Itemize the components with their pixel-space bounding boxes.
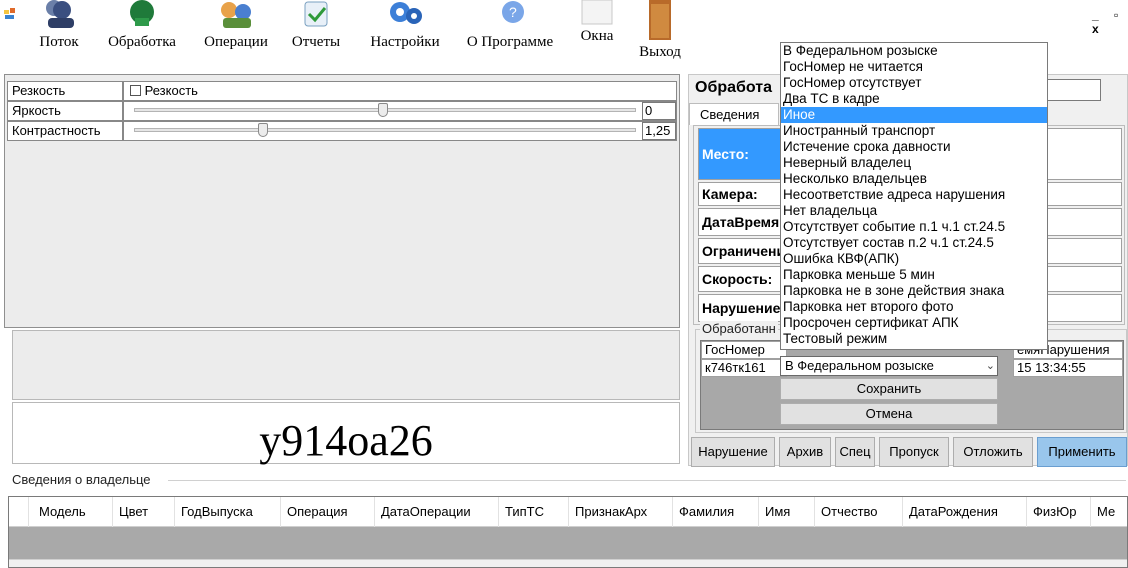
brightness-value-field[interactable]: 0 — [642, 102, 676, 120]
sharpness-checkbox[interactable] — [130, 85, 141, 96]
image-settings-panel: Резкость Резкость Яркость 0 Контрастност… — [4, 74, 680, 328]
owner-section-label: Сведения о владельце — [12, 472, 151, 487]
column-header[interactable]: ДатаОперации — [375, 497, 499, 527]
dropdown-option[interactable]: ГосНомер отсутствует — [781, 75, 1047, 91]
processed-cell-plate[interactable]: к746тк161 — [701, 359, 787, 377]
column-header[interactable]: ПризнакАрх — [569, 497, 673, 527]
contrast-value-field[interactable]: 1,25 — [642, 122, 676, 140]
special-button[interactable]: Спец — [835, 437, 875, 467]
dropdown-option[interactable]: Иностранный транспорт — [781, 123, 1047, 139]
dropdown-option[interactable]: ГосНомер не читается — [781, 59, 1047, 75]
owner-section-divider — [168, 480, 1126, 481]
processed-header-plate[interactable]: ГосНомер — [701, 341, 787, 359]
processed-group-label: Обработанн — [700, 321, 778, 336]
sharpness-row: Резкость Резкость — [7, 81, 677, 101]
operations-icon — [215, 0, 257, 28]
dropdown-option-highlighted[interactable]: Иное — [781, 107, 1047, 123]
save-button[interactable]: Сохранить — [780, 378, 998, 400]
archive-button[interactable]: Архив — [779, 437, 831, 467]
dropdown-option[interactable]: Ошибка КВФ(АПК) — [781, 251, 1047, 267]
processed-cell-time[interactable]: 15 13:34:55 — [1013, 359, 1123, 377]
svg-text:?: ? — [509, 4, 517, 20]
dropdown-option[interactable]: Несоответствие адреса нарушения — [781, 187, 1047, 203]
toolbar-processing[interactable]: Обработка — [100, 0, 184, 66]
brightness-row: Яркость 0 — [7, 101, 677, 121]
image-preview-area — [12, 330, 680, 400]
owner-table: Модель Цвет ГодВыпуска Операция ДатаОпер… — [8, 496, 1128, 568]
reason-combobox-value: В Федеральном розыске — [785, 358, 934, 373]
sharpness-checkbox-label: Резкость — [144, 83, 198, 98]
sharpness-label: Резкость — [8, 82, 124, 100]
toolbar-stream[interactable]: Поток — [32, 0, 86, 66]
dropdown-option[interactable]: Парковка меньше 5 мин — [781, 267, 1047, 283]
row-header-corner — [9, 497, 29, 527]
violation-label: Нарушение — [702, 300, 781, 316]
app-icon — [4, 8, 16, 20]
column-header[interactable]: ФизЮр — [1027, 497, 1091, 527]
horizontal-scrollbar[interactable] — [9, 559, 1127, 567]
skip-button[interactable]: Пропуск — [879, 437, 949, 467]
toolbar-windows[interactable]: Окна — [574, 0, 620, 66]
limit-label: Ограничени — [702, 243, 786, 259]
column-header[interactable]: ТипТС — [499, 497, 569, 527]
datetime-label: ДатаВремя: — [702, 214, 784, 230]
column-header[interactable]: Цвет — [113, 497, 175, 527]
postpone-button[interactable]: Отложить — [953, 437, 1033, 467]
reports-icon — [295, 0, 337, 28]
speed-label: Скорость: — [702, 271, 773, 287]
contrast-slider-thumb[interactable] — [258, 123, 268, 137]
dropdown-option[interactable]: Отсутствует событие п.1 ч.1 ст.24.5 — [781, 219, 1047, 235]
users-icon — [38, 0, 80, 28]
reason-combobox[interactable]: В Федеральном розыске ⌄ — [780, 356, 998, 376]
chevron-down-icon[interactable]: ⌄ — [986, 357, 995, 375]
dropdown-option[interactable]: Нет владельца — [781, 203, 1047, 219]
column-header[interactable]: ДатаРождения — [903, 497, 1027, 527]
processing-search-input[interactable] — [1047, 79, 1101, 101]
reason-dropdown-list: В Федеральном розыске ГосНомер не читает… — [780, 42, 1048, 350]
plate-display: у914оа26 — [12, 402, 680, 465]
toolbar-exit[interactable]: Выход — [632, 0, 688, 66]
place-label: Место: — [699, 129, 789, 179]
windows-icon — [576, 0, 618, 28]
dropdown-option[interactable]: Просрочен сертификат АПК — [781, 315, 1047, 331]
contrast-slider-track[interactable] — [134, 128, 636, 132]
column-header[interactable]: Имя — [759, 497, 815, 527]
exit-door-icon — [639, 0, 681, 40]
dropdown-option[interactable]: Несколько владельцев — [781, 171, 1047, 187]
apply-button[interactable]: Применить — [1037, 437, 1127, 467]
brightness-slider-thumb[interactable] — [378, 103, 388, 117]
tab-info[interactable]: Сведения — [689, 103, 779, 125]
window-controls[interactable]: _ ▫ x — [1092, 8, 1128, 36]
toolbar-settings[interactable]: Настройки — [362, 0, 448, 66]
toolbar-about[interactable]: ? О Программе — [456, 0, 564, 66]
settings-icon — [384, 0, 426, 28]
contrast-row: Контрастность 1,25 — [7, 121, 677, 141]
dropdown-option[interactable]: Истечение срока давности — [781, 139, 1047, 155]
dropdown-option[interactable]: Неверный владелец — [781, 155, 1047, 171]
toolbar-operations[interactable]: Операции — [194, 0, 278, 66]
dropdown-option[interactable]: В Федеральном розыске — [781, 43, 1047, 59]
column-header[interactable]: Отчество — [815, 497, 903, 527]
column-header[interactable]: ГодВыпуска — [175, 497, 281, 527]
toolbar-reports[interactable]: Отчеты — [284, 0, 348, 66]
plate-number: у914оа26 — [259, 416, 433, 465]
violation-button[interactable]: Нарушение — [691, 437, 775, 467]
dropdown-option[interactable]: Отсутствует состав п.2 ч.1 ст.24.5 — [781, 235, 1047, 251]
processing-title: Обработа — [695, 79, 772, 96]
column-header[interactable]: Модель — [33, 497, 113, 527]
contrast-label: Контрастность — [8, 122, 124, 140]
owner-table-header: Модель Цвет ГодВыпуска Операция ДатаОпер… — [9, 497, 1127, 527]
dropdown-option[interactable]: Тестовый режим — [781, 331, 1047, 347]
column-header[interactable]: Ме — [1091, 497, 1128, 527]
dropdown-option[interactable]: Парковка не в зоне действия знака — [781, 283, 1047, 299]
camera-label: Камера: — [702, 186, 758, 202]
dropdown-option[interactable]: Два ТС в кадре — [781, 91, 1047, 107]
processing-icon — [121, 0, 163, 28]
column-header[interactable]: Операция — [281, 497, 375, 527]
column-header[interactable]: Фамилия — [673, 497, 759, 527]
about-icon: ? — [489, 0, 531, 28]
dropdown-option[interactable]: Парковка нет второго фото — [781, 299, 1047, 315]
cancel-button[interactable]: Отмена — [780, 403, 998, 425]
brightness-label: Яркость — [8, 102, 124, 120]
